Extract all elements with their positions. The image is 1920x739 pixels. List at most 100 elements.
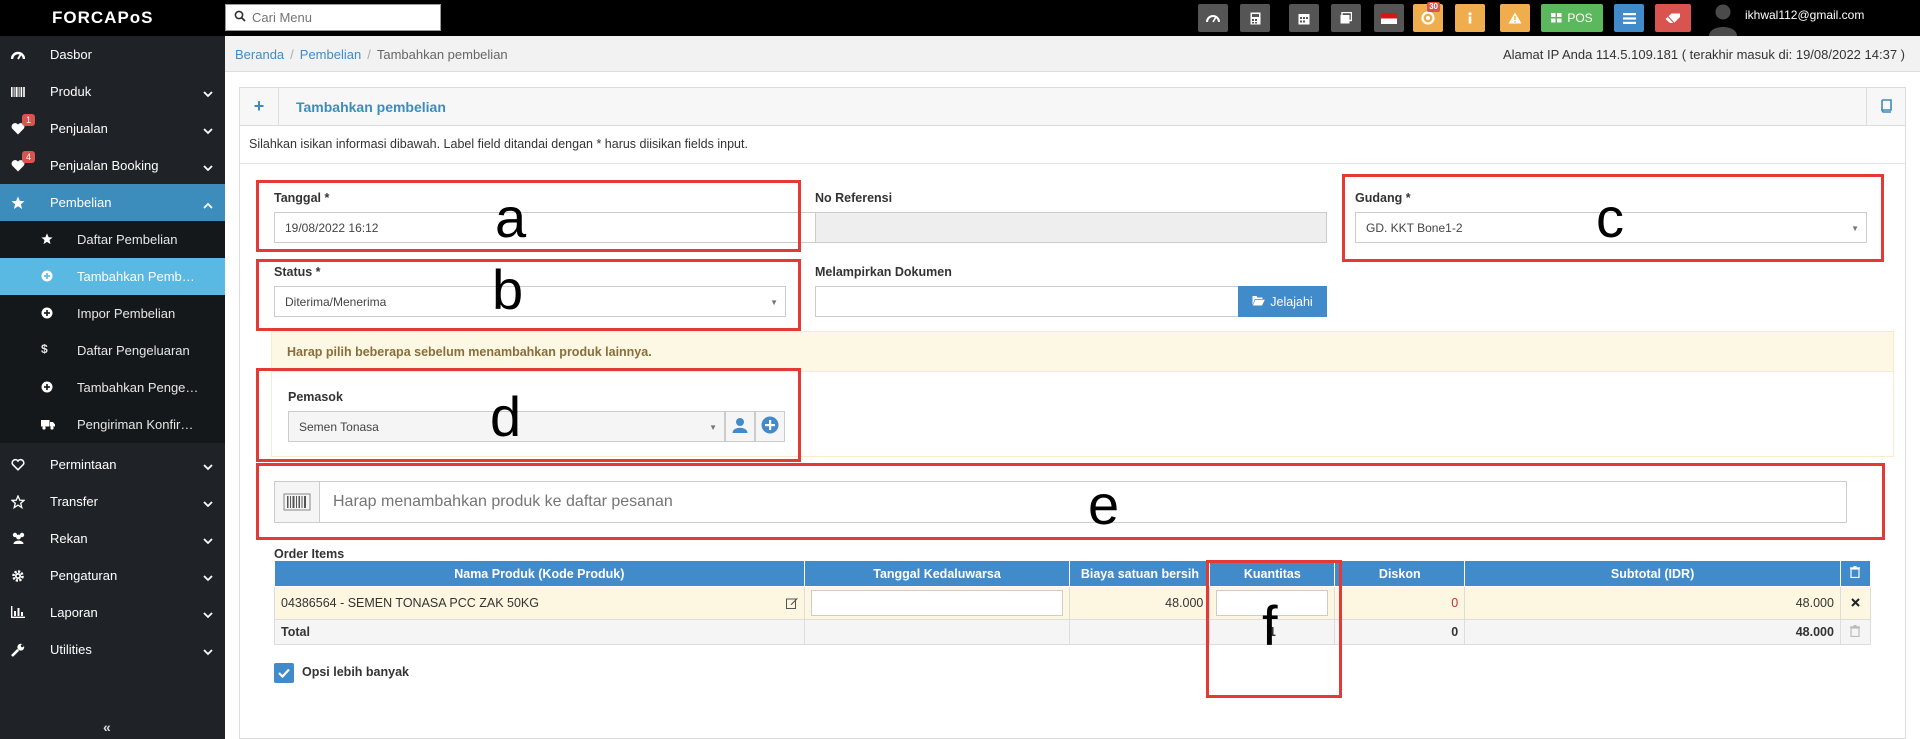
eraser-icon xyxy=(1665,13,1681,24)
more-options-label[interactable]: Opsi lebih banyak xyxy=(302,665,409,679)
sidebar-item-rekan[interactable]: Rekan xyxy=(0,520,225,557)
total-discount: 0 xyxy=(1334,619,1466,645)
table-header-row: Nama Produk (Kode Produk) Tanggal Kedalu… xyxy=(274,560,1872,587)
unit-cost-cell: 48.000 xyxy=(1069,586,1211,620)
top-bar: FORCAPoS 30 POS ikhwal112@g xyxy=(0,0,1920,36)
sidebar-subitem-impor-pembelian[interactable]: Impor Pembelian xyxy=(0,295,225,332)
sidebar-subitem-daftar-pembelian[interactable]: Daftar Pembelian xyxy=(0,221,225,258)
expiry-cell xyxy=(803,586,1071,620)
sidebar-item-produk[interactable]: Produk xyxy=(0,73,225,110)
sidebar-item-label: Rekan xyxy=(50,531,88,546)
chevron-down-icon xyxy=(203,160,213,175)
order-items-table: Nama Produk (Kode Produk) Tanggal Kedalu… xyxy=(274,560,1872,645)
warning-button[interactable] xyxy=(1500,4,1530,32)
remove-row-button[interactable] xyxy=(1839,586,1872,620)
star-icon xyxy=(41,233,53,245)
column-header-product: Nama Produk (Kode Produk) xyxy=(274,560,805,587)
list-button[interactable] xyxy=(1614,4,1644,32)
product-cell: 04386564 - SEMEN TONASA PCC ZAK 50KG xyxy=(274,586,805,620)
flag-indonesia-icon xyxy=(1381,12,1397,24)
notification-button[interactable]: 30 xyxy=(1413,2,1443,32)
app-logo[interactable]: FORCAPoS xyxy=(52,8,172,28)
barcode-icon xyxy=(11,85,25,99)
book-icon xyxy=(1880,99,1892,116)
help-book-button[interactable] xyxy=(1866,88,1905,125)
bar-chart-icon xyxy=(11,606,25,620)
plus-circle-icon xyxy=(41,381,53,393)
sidebar-item-penjualan-booking[interactable]: 4 Penjualan Booking xyxy=(0,147,225,184)
sidebar-item-label: Pengaturan xyxy=(50,568,118,583)
sidebar-item-pembelian[interactable]: Pembelian xyxy=(0,184,225,221)
heart-outline-icon xyxy=(11,458,25,472)
ip-info: Alamat IP Anda 114.5.109.181 ( terakhir … xyxy=(1502,47,1905,62)
expiry-input[interactable] xyxy=(810,590,1064,616)
sidebar-item-label: Pembelian xyxy=(50,195,112,210)
more-options-checkbox[interactable] xyxy=(274,663,294,683)
list-icon xyxy=(1622,12,1636,24)
total-label: Total xyxy=(274,619,805,645)
breadcrumb-link-pembelian[interactable]: Pembelian xyxy=(300,47,361,62)
trash-icon xyxy=(1839,560,1872,587)
calculator-button[interactable] xyxy=(1240,4,1270,32)
browse-button[interactable]: Jelajahi xyxy=(1238,286,1327,317)
sidebar-subitem-label: Daftar Pengeluaran xyxy=(77,343,190,358)
calculator-icon xyxy=(1250,12,1261,25)
menu-search[interactable] xyxy=(225,4,441,31)
annotation-box-e xyxy=(256,463,1885,540)
breadcrumb-link-beranda[interactable]: Beranda xyxy=(235,47,284,62)
sidebar-item-dasbor[interactable]: Dasbor xyxy=(0,36,225,73)
lampiran-label: Melampirkan Dokumen xyxy=(815,265,952,279)
no-referensi-label: No Referensi xyxy=(815,191,893,205)
pos-button[interactable]: POS xyxy=(1541,4,1603,32)
column-header-discount: Diskon xyxy=(1334,560,1466,587)
plus-icon: + xyxy=(240,88,279,125)
dashboard-icon xyxy=(10,48,26,62)
no-referensi-field[interactable] xyxy=(815,212,1327,243)
subtotal-cell: 48.000 xyxy=(1464,586,1841,620)
dashboard-button[interactable] xyxy=(1198,4,1228,32)
sidebar-item-pengaturan[interactable]: Pengaturan xyxy=(0,557,225,594)
sidebar-item-permintaan[interactable]: Permintaan xyxy=(0,446,225,483)
plus-circle-icon xyxy=(41,307,53,319)
sidebar-item-transfer[interactable]: Transfer xyxy=(0,483,225,520)
pos-icon xyxy=(1551,13,1562,23)
order-items-label: Order Items xyxy=(274,547,345,561)
calendar-button[interactable] xyxy=(1289,4,1319,32)
sidebar-subitem-tambahkan-pembelian[interactable]: Tambahkan Pembelian xyxy=(0,258,225,295)
clear-cache-button[interactable] xyxy=(1655,4,1691,32)
warning-alert: Harap pilih beberapa sebelum menambahkan… xyxy=(271,331,1894,372)
sidebar-subitem-label: Pengiriman Konfirmasi xyxy=(77,417,199,432)
user-avatar[interactable] xyxy=(1706,0,1740,36)
sidebar-subitem-pengiriman-konfirmasi[interactable]: Pengiriman Konfirmasi xyxy=(0,406,225,443)
sidebar-subitem-daftar-pengeluaran[interactable]: $ Daftar Pengeluaran xyxy=(0,332,225,369)
chevron-down-icon xyxy=(203,607,213,622)
lampiran-field[interactable] xyxy=(815,286,1239,317)
wrench-icon xyxy=(11,643,25,657)
display-button[interactable] xyxy=(1331,4,1361,32)
annotation-box-a xyxy=(256,180,801,252)
empty-cell xyxy=(1069,619,1211,645)
notification-badge: 30 xyxy=(1427,2,1440,12)
sidebar-item-utilities[interactable]: Utilities xyxy=(0,631,225,668)
sidebar-item-label: Transfer xyxy=(50,494,98,509)
language-button[interactable] xyxy=(1374,4,1404,32)
chevron-down-icon xyxy=(203,570,213,585)
annotation-box-d xyxy=(256,368,801,462)
divider xyxy=(240,163,1905,164)
sidebar-item-laporan[interactable]: Laporan xyxy=(0,594,225,631)
dashboard-icon xyxy=(1206,12,1220,24)
user-email[interactable]: ikhwal112@gmail.com xyxy=(1745,8,1864,22)
sidebar-collapse-button[interactable]: « xyxy=(103,719,111,735)
checkmark-icon xyxy=(278,666,290,681)
table-row: 04386564 - SEMEN TONASA PCC ZAK 50KG 48.… xyxy=(274,586,1872,620)
sidebar-item-penjualan[interactable]: 1 Penjualan xyxy=(0,110,225,147)
chevron-down-icon xyxy=(203,86,213,101)
dollar-icon: $ xyxy=(41,342,48,356)
edit-icon[interactable] xyxy=(785,597,798,612)
sidebar-subitem-tambahkan-pengeluaran[interactable]: Tambahkan Pengeluaran xyxy=(0,369,225,406)
breadcrumb-separator: / xyxy=(367,47,371,62)
folder-open-icon xyxy=(1252,295,1266,309)
chevron-down-icon xyxy=(203,644,213,659)
search-input[interactable] xyxy=(252,8,436,27)
info-button[interactable] xyxy=(1455,4,1485,32)
